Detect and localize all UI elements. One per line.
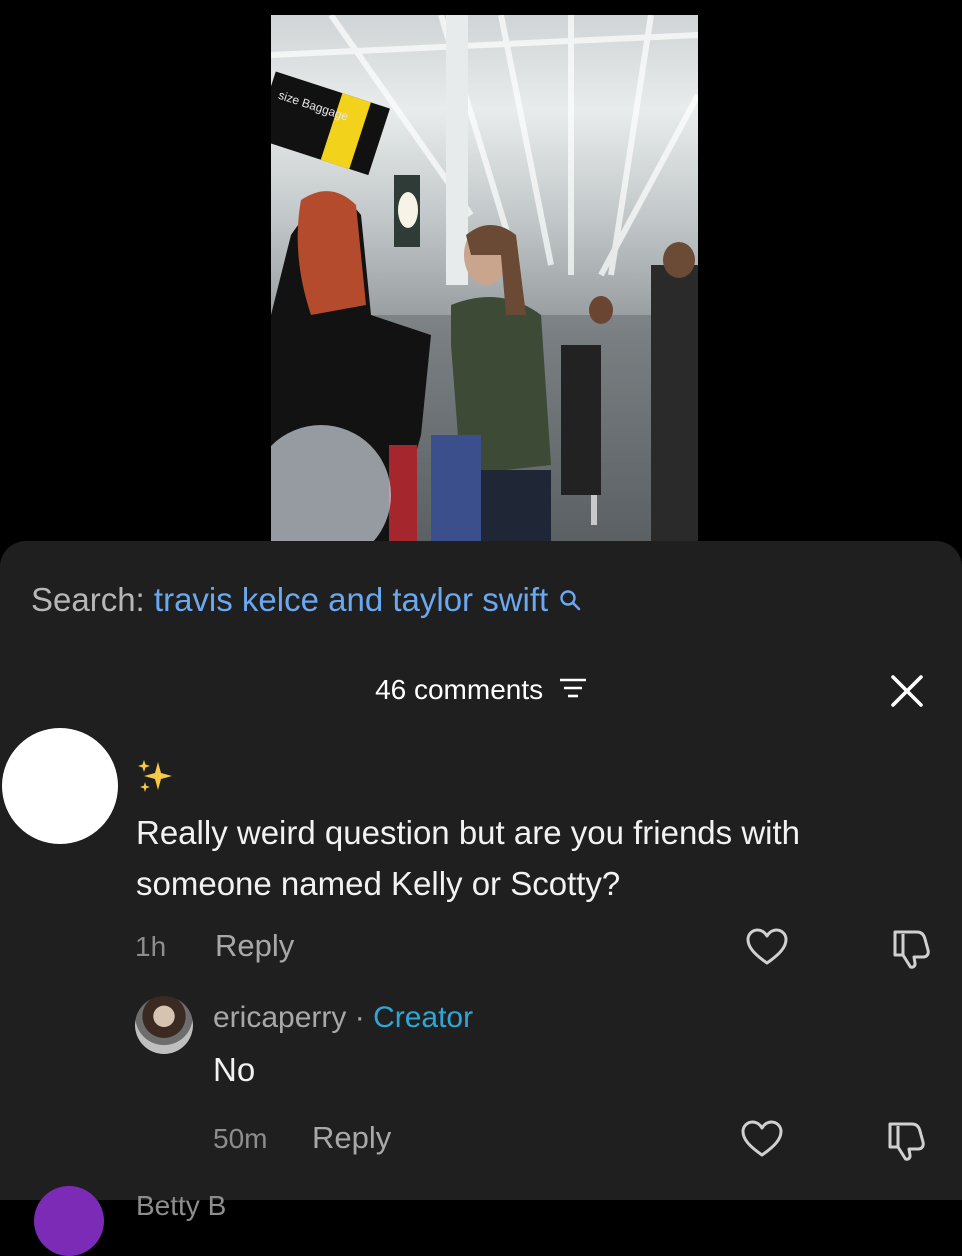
creator-badge: Creator: [373, 1001, 474, 1034]
reply-timestamp: 50m: [213, 1123, 268, 1154]
reply-to-reply-button[interactable]: Reply: [312, 1120, 391, 1156]
reply-author-name[interactable]: ericaperry: [213, 1001, 346, 1034]
close-icon[interactable]: [890, 674, 924, 708]
next-commenter-name[interactable]: Betty B: [136, 1190, 226, 1222]
creator-avatar[interactable]: [135, 996, 193, 1054]
airport-scene: size Baggage: [271, 15, 698, 541]
filter-icon[interactable]: [559, 672, 587, 708]
heart-icon[interactable]: [741, 1120, 783, 1163]
sparkle-icon: [136, 758, 174, 801]
search-suggestion[interactable]: Search: travis kelce and taylor swift: [31, 580, 581, 622]
search-query-link[interactable]: travis kelce and taylor swift: [154, 581, 548, 618]
dislike-icon[interactable]: [884, 1118, 928, 1167]
heart-icon[interactable]: [746, 928, 788, 971]
dislike-icon[interactable]: [889, 926, 933, 975]
comment-text: Really weird question but are you friend…: [136, 814, 801, 902]
video-frame[interactable]: size Baggage: [271, 15, 698, 541]
next-commenter-avatar[interactable]: [34, 1186, 104, 1256]
commenter-avatar[interactable]: [2, 728, 118, 844]
reply-author-line: ericaperry · Creator: [213, 1001, 473, 1035]
separator-dot: ·: [354, 1001, 365, 1034]
reply-button[interactable]: Reply: [215, 928, 294, 964]
search-prefix: Search:: [31, 581, 145, 618]
comments-header: 46 comments: [0, 672, 962, 708]
search-icon[interactable]: [559, 582, 581, 622]
comments-count: 46 comments: [375, 674, 544, 705]
comment-timestamp: 1h: [135, 931, 167, 962]
reply-text: No: [213, 1051, 256, 1088]
